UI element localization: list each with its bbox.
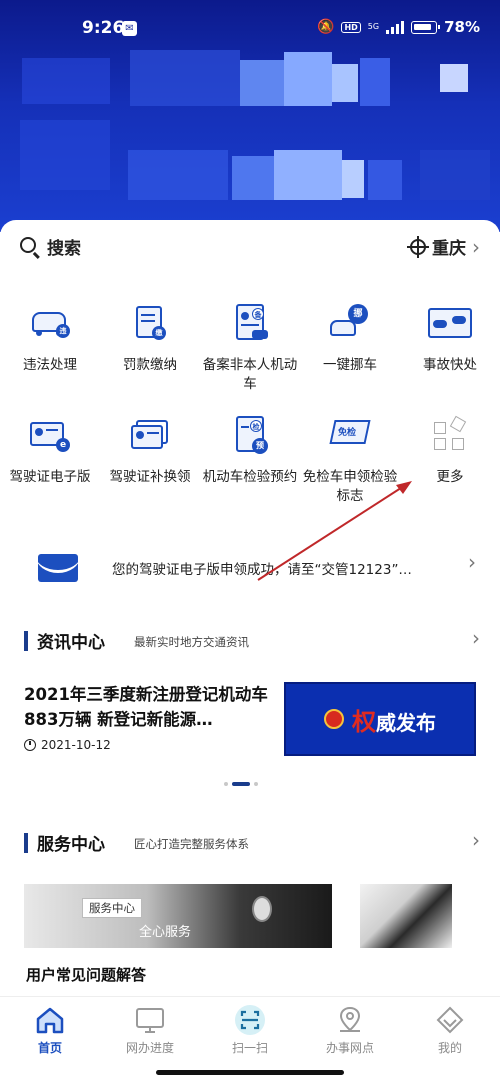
fine-payment-icon: 缴 [128, 302, 172, 346]
chevron-right-icon: › [472, 234, 480, 259]
notice-text: 您的驾驶证电子版申领成功，请至“交管12123”… [112, 562, 412, 578]
tab-label: 首页 [37, 1041, 62, 1055]
profile-diamond-icon [434, 1005, 466, 1035]
home-icon [34, 1005, 66, 1035]
service-e-license[interactable]: e 驾驶证电子版 [0, 414, 100, 526]
chevron-right-icon: › [468, 550, 476, 574]
section-title: 资讯中心 [37, 633, 105, 653]
license-renew-icon [128, 414, 172, 458]
faq-title[interactable]: 用户常见问题解答 [26, 964, 146, 985]
battery-percent: 78% [444, 18, 480, 36]
service-label: 罚款缴纳 [123, 357, 177, 373]
tab-home[interactable]: 首页 [0, 997, 100, 1058]
notification-icon: ✉ [122, 21, 137, 36]
news-article[interactable]: 2021年三季度新注册登记机动车883万辆 新登记新能源… 2021-10-12… [24, 682, 476, 758]
service-label: 驾驶证电子版 [9, 469, 91, 485]
network-label: 5G [367, 22, 380, 31]
inspection-booking-icon: 检 预 [228, 414, 272, 458]
section-accent-bar [24, 631, 28, 651]
notice-banner[interactable]: 您的驾驶证电子版申领成功，请至“交管12123”… › [0, 542, 500, 592]
service-image-caption: 全心服务 [139, 925, 192, 940]
tab-label: 办事网点 [325, 1041, 374, 1055]
signal-icon [386, 20, 405, 34]
tab-service-points[interactable]: 办事网点 [300, 997, 400, 1058]
service-label: 事故快处 [423, 357, 477, 373]
section-title: 服务中心 [37, 835, 105, 855]
home-indicator[interactable] [156, 1070, 344, 1075]
city-name: 重庆 [432, 239, 466, 259]
city-selector[interactable]: 重庆 › [407, 234, 480, 259]
search-bar[interactable]: 搜索 重庆 › [20, 234, 480, 262]
scan-icon [234, 1005, 266, 1035]
e-license-icon: e [28, 414, 72, 458]
tab-label: 扫一扫 [231, 1041, 268, 1055]
banner-text: 权威发布 [352, 706, 436, 736]
service-vehicle-registration[interactable]: 备 备案非本人机动车 [200, 302, 300, 414]
vehicle-registration-icon: 备 [228, 302, 272, 346]
section-accent-bar [24, 833, 28, 853]
service-image-tag: 服务中心 [82, 898, 142, 918]
service-label: 免检车申领检验标志 [302, 469, 398, 504]
tab-label: 网办进度 [125, 1041, 174, 1055]
service-center-image[interactable]: 服务中心 全心服务 [24, 884, 332, 948]
monitor-icon [134, 1005, 166, 1035]
news-banner-image: 权威发布 [284, 682, 476, 756]
service-accident[interactable]: 事故快处 [400, 302, 500, 414]
tab-scan[interactable]: 扫一扫 [200, 997, 300, 1058]
section-subtitle: 最新实时地方交通资讯 [134, 635, 249, 649]
header-banner: 9:26 ✉ 🔕 HD 5G 78% [0, 0, 500, 232]
customer-service-image[interactable] [360, 884, 452, 948]
news-title: 2021年三季度新注册登记机动车883万辆 新登记新能源… [24, 685, 268, 729]
carousel-pager [224, 782, 258, 786]
main-card: 搜索 重庆 › 违 违法处理 缴 罚款缴纳 备 备案非本人机动车 挪 一键挪车 … [0, 220, 500, 1000]
service-license-renew[interactable]: 驾驶证补换领 [100, 414, 200, 526]
location-target-icon [407, 235, 429, 258]
service-section-header[interactable]: 服务中心 匠心打造完整服务体系 › [24, 830, 484, 856]
more-icon [428, 414, 472, 458]
news-date: 2021-10-12 [41, 738, 111, 752]
battery-icon [411, 20, 441, 34]
tab-label: 我的 [437, 1041, 462, 1055]
service-label: 备案非本人机动车 [202, 357, 298, 392]
status-bar: 9:26 ✉ 🔕 HD 5G 78% [0, 14, 500, 44]
service-grid: 违 违法处理 缴 罚款缴纳 备 备案非本人机动车 挪 一键挪车 事故快处 e 驾… [0, 302, 500, 526]
service-violation[interactable]: 违 违法处理 [0, 302, 100, 414]
tab-mine[interactable]: 我的 [400, 997, 500, 1058]
section-subtitle: 匠心打造完整服务体系 [134, 837, 249, 851]
service-fine-payment[interactable]: 缴 罚款缴纳 [100, 302, 200, 414]
chevron-right-icon: › [472, 828, 480, 852]
news-section-header[interactable]: 资讯中心 最新实时地方交通资讯 › [24, 628, 484, 654]
system-icons: 🔕 HD 5G 78% [317, 18, 480, 36]
hd-icon: HD [341, 21, 361, 33]
move-car-icon: 挪 [328, 302, 372, 346]
police-emblem-icon [324, 709, 344, 729]
headset-icon [252, 896, 272, 922]
service-label: 违法处理 [23, 357, 77, 373]
bottom-tab-bar: 首页 网办进度 扫一扫 办事网点 我的 [0, 996, 500, 1058]
exempt-badge-text: 免检 [338, 428, 357, 438]
service-inspection-booking[interactable]: 检 预 机动车检验预约 [200, 414, 300, 526]
service-label: 更多 [436, 469, 464, 485]
accident-icon [428, 302, 472, 346]
search-label[interactable]: 搜索 [47, 234, 81, 259]
search-icon [20, 237, 36, 253]
car-violation-icon: 违 [28, 302, 72, 346]
mute-icon: 🔕 [317, 19, 335, 35]
exempt-inspection-icon: 免检 [328, 414, 372, 458]
mail-icon [38, 554, 78, 582]
service-exempt-inspection[interactable]: 免检 免检车申领检验标志 [300, 414, 400, 526]
tab-progress[interactable]: 网办进度 [100, 997, 200, 1058]
service-move-car[interactable]: 挪 一键挪车 [300, 302, 400, 414]
location-pin-icon [334, 1005, 366, 1035]
service-label: 一键挪车 [323, 357, 377, 373]
service-label: 机动车检验预约 [202, 469, 298, 485]
clock-icon [24, 739, 36, 751]
status-time: 9:26 [82, 18, 125, 38]
service-label: 驾驶证补换领 [109, 469, 191, 485]
service-more[interactable]: 更多 [400, 414, 500, 526]
chevron-right-icon: › [472, 626, 480, 650]
